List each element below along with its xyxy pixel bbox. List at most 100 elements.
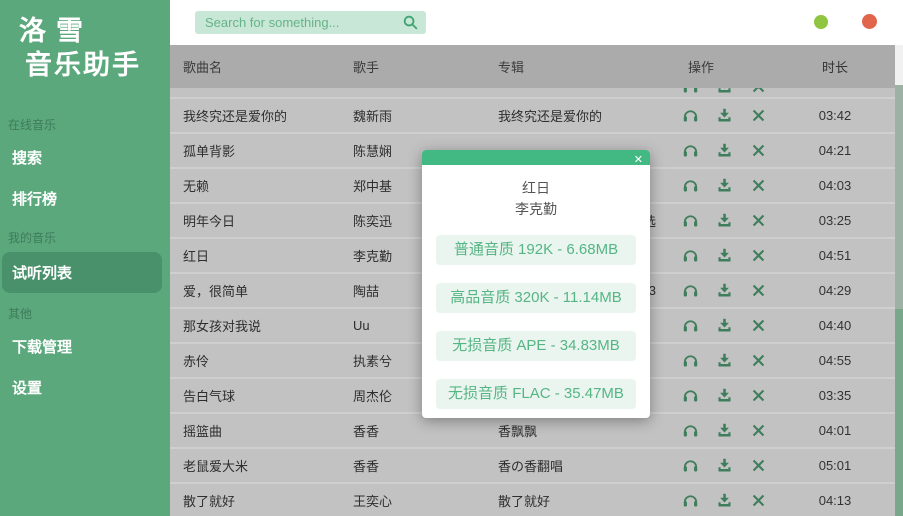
listen-button[interactable] [682,317,699,334]
remove-button[interactable] [750,317,767,334]
remove-button[interactable] [750,352,767,369]
quality-option-button[interactable]: 无损音质 APE - 34.83MB [436,331,636,361]
listen-button[interactable] [682,212,699,229]
sidebar-item[interactable]: 搜索 [0,137,170,178]
remove-button[interactable] [750,492,767,509]
download-button[interactable] [716,352,733,369]
listen-button[interactable] [682,107,699,124]
row-actions [658,352,790,369]
download-button[interactable] [716,282,733,299]
sidebar-item[interactable]: 设置 [0,367,170,408]
sidebar-section-other-items: 下载管理 设置 [0,326,170,408]
listen-button[interactable] [682,492,699,509]
row-actions [658,457,790,474]
download-button[interactable] [716,247,733,264]
song-title: 孤单背影 [170,141,340,160]
row-actions [658,247,790,264]
remove-button[interactable] [750,177,767,194]
song-artist: 香香 [340,421,488,440]
partial-row-actions [658,88,790,95]
song-title: 明年今日 [170,211,340,230]
table-row[interactable]: 老鼠爱大米 香香 香の香翻唱 05:01 [170,449,903,484]
listen-button[interactable] [682,142,699,159]
remove-button[interactable] [750,107,767,124]
song-title: 告白气球 [170,386,340,405]
listen-button[interactable] [682,247,699,264]
table-header: 歌曲名 歌手 专辑 操作 时长 [170,45,903,88]
row-actions [658,142,790,159]
remove-button[interactable] [750,282,767,299]
download-button[interactable] [716,317,733,334]
song-title: 散了就好 [170,491,340,510]
quality-option-button[interactable]: 无损音质 FLAC - 35.47MB [436,379,636,409]
song-duration: 03:35 [790,388,880,403]
song-duration: 04:21 [790,143,880,158]
table-row[interactable]: 摇篮曲 香香 香飘飘 04:01 [170,414,903,449]
download-button[interactable] [716,492,733,509]
remove-button[interactable] [750,142,767,159]
song-album: 散了就好 [488,491,658,510]
row-actions [658,492,790,509]
close-window-button[interactable] [862,14,877,29]
song-duration: 04:29 [790,283,880,298]
listen-button[interactable] [682,387,699,404]
download-button[interactable] [716,422,733,439]
dialog-song-title: 红日 [422,178,650,198]
remove-button[interactable] [750,387,767,404]
partially-scrolled-row [170,88,903,99]
sidebar-item[interactable]: 下载管理 [0,326,170,367]
listen-button[interactable] [682,457,699,474]
row-actions [658,387,790,404]
download-button[interactable] [716,387,733,404]
song-title: 我终究还是爱你的 [170,106,340,125]
header-singer: 歌手 [340,57,488,76]
table-row[interactable]: 散了就好 王奕心 散了就好 04:13 [170,484,903,516]
download-button[interactable] [716,177,733,194]
header-duration: 时长 [790,57,880,76]
sidebar-item[interactable]: 排行榜 [0,178,170,219]
header-song: 歌曲名 [170,57,340,76]
quality-option-button[interactable]: 普通音质 192K - 6.68MB [436,235,636,265]
listen-button[interactable] [682,177,699,194]
scrollbar-track[interactable] [895,45,903,516]
song-duration: 03:42 [790,108,880,123]
listen-button[interactable] [682,352,699,369]
song-title: 摇篮曲 [170,421,340,440]
remove-button[interactable] [750,422,767,439]
song-artist: 魏新雨 [340,106,488,125]
sidebar-nav: 在线音乐 搜索 排行榜 我的音乐 试听列表 其他 下载管理 设置 [0,106,170,408]
song-duration: 04:01 [790,423,880,438]
song-title: 那女孩对我说 [170,316,340,335]
download-button[interactable] [716,457,733,474]
close-icon [750,88,767,95]
listen-button[interactable] [682,282,699,299]
search-box [195,11,426,34]
song-title: 爱，很简单 [170,281,340,300]
sidebar-section-online-items: 搜索 排行榜 [0,137,170,219]
sidebar-item[interactable]: 试听列表 [2,252,162,293]
song-album: 香飘飘 [488,421,658,440]
song-title: 赤伶 [170,351,340,370]
song-title: 老鼠爱大米 [170,456,340,475]
search-icon[interactable] [402,14,419,31]
remove-button[interactable] [750,457,767,474]
song-album: 香の香翻唱 [488,456,658,475]
search-input[interactable] [195,11,426,34]
minimize-window-button[interactable] [814,15,828,29]
listen-button[interactable] [682,422,699,439]
scrollbar-thumb[interactable] [895,85,903,516]
download-button[interactable] [716,212,733,229]
song-duration: 03:25 [790,213,880,228]
sidebar-section-other: 其他 [0,295,170,326]
download-button[interactable] [716,107,733,124]
quality-option-button[interactable]: 高品音质 320K - 11.14MB [436,283,636,313]
song-duration: 04:40 [790,318,880,333]
row-actions [658,422,790,439]
download-button[interactable] [716,142,733,159]
remove-button[interactable] [750,247,767,264]
app-logo: 洛雪 音乐助手 [0,0,170,82]
table-row[interactable]: 我终究还是爱你的 魏新雨 我终究还是爱你的 03: [170,99,903,134]
logo-line1: 洛雪 [19,14,170,48]
dialog-close-button[interactable]: ✕ [634,153,650,168]
remove-button[interactable] [750,212,767,229]
